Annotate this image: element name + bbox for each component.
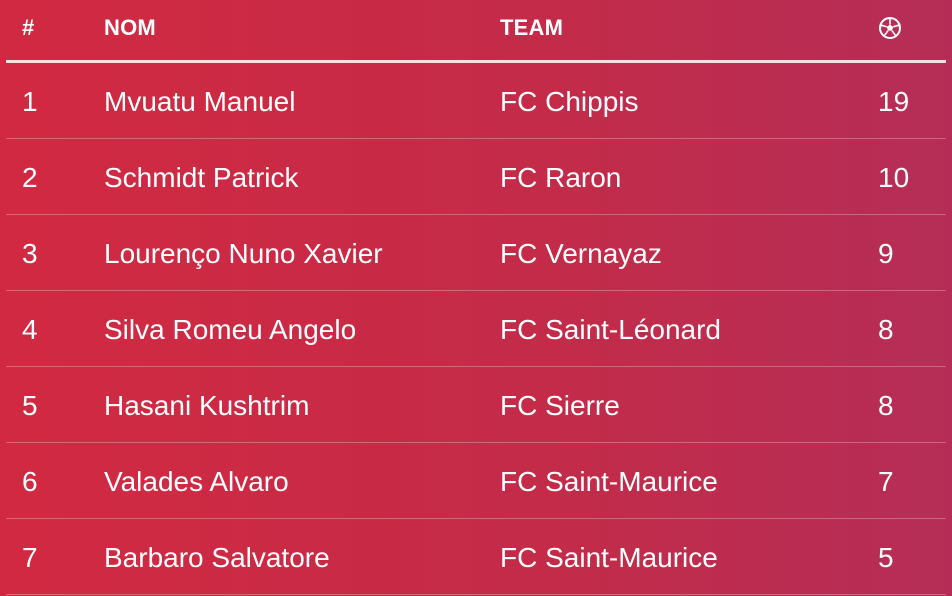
team-cell: FC Sierre: [500, 390, 620, 421]
team-cell: FC Raron: [500, 162, 622, 193]
goals-cell: 19: [878, 86, 910, 117]
player-name-cell: Barbaro Salvatore: [104, 542, 330, 573]
goals-cell: 9: [878, 238, 894, 269]
table-row[interactable]: 5 Hasani Kushtrim FC Sierre 8: [0, 367, 952, 443]
table-row[interactable]: 1 Mvuatu Manuel FC Chippis 19: [0, 63, 952, 139]
player-name-cell: Lourenço Nuno Xavier: [104, 238, 383, 269]
player-name-cell: Silva Romeu Angelo: [104, 314, 357, 345]
goals-cell: 10: [878, 162, 910, 193]
goals-cell: 8: [878, 390, 894, 421]
goals-cell: 8: [878, 314, 894, 345]
team-cell: FC Vernayaz: [500, 238, 662, 269]
table-row[interactable]: 7 Barbaro Salvatore FC Saint-Maurice 5: [0, 519, 952, 595]
rank-cell: 6: [22, 466, 38, 497]
table-row[interactable]: 6 Valades Alvaro FC Saint-Maurice 7: [0, 443, 952, 519]
rank-cell: 5: [22, 390, 38, 421]
scorers-table: # NOM TEAM 1 Mvuatu Manuel FC Chippis 19…: [0, 0, 952, 596]
goals-cell: 5: [878, 542, 894, 573]
goals-cell: 7: [878, 466, 894, 497]
player-name-cell: Hasani Kushtrim: [104, 390, 310, 421]
table-row[interactable]: 2 Schmidt Patrick FC Raron 10: [0, 139, 952, 215]
table-header: # NOM TEAM: [0, 0, 952, 62]
team-cell: FC Chippis: [500, 86, 639, 117]
rank-cell: 3: [22, 238, 38, 269]
team-cell: FC Saint-Léonard: [500, 314, 722, 345]
rank-cell: 2: [22, 162, 38, 193]
player-name-cell: Mvuatu Manuel: [104, 86, 296, 117]
rank-cell: 1: [22, 86, 38, 117]
player-name-cell: Valades Alvaro: [104, 466, 289, 497]
table-row[interactable]: 4 Silva Romeu Angelo FC Saint-Léonard 8: [0, 291, 952, 367]
header-rank[interactable]: #: [22, 14, 34, 42]
soccer-ball-icon[interactable]: [878, 16, 902, 40]
table-row[interactable]: 3 Lourenço Nuno Xavier FC Vernayaz 9: [0, 215, 952, 291]
header-name[interactable]: NOM: [104, 14, 156, 42]
player-name-cell: Schmidt Patrick: [104, 162, 299, 193]
team-cell: FC Saint-Maurice: [500, 542, 718, 573]
rank-cell: 7: [22, 542, 38, 573]
header-team[interactable]: TEAM: [500, 14, 563, 42]
team-cell: FC Saint-Maurice: [500, 466, 718, 497]
table-body: 1 Mvuatu Manuel FC Chippis 19 2 Schmidt …: [0, 63, 952, 595]
rank-cell: 4: [22, 314, 38, 345]
